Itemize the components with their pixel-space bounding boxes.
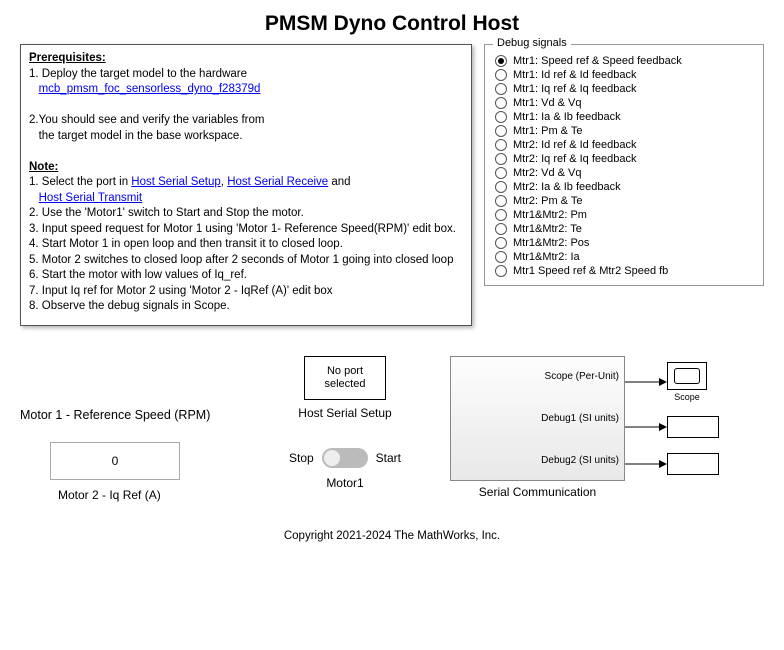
serial-communication-block[interactable]: Scope (Per-Unit) Debug1 (SI units) Debug…	[450, 356, 625, 481]
debug-signal-option[interactable]: Mtr1: Pm & Te	[495, 125, 753, 137]
switch-stop-label: Stop	[289, 451, 314, 465]
note-6: 6. Start the motor with low values of Iq…	[29, 269, 247, 281]
radio-icon	[495, 69, 507, 81]
motor1-ref-speed-label: Motor 1 - Reference Speed (RPM)	[20, 408, 240, 422]
debug-signal-option[interactable]: Mtr1&Mtr2: Pm	[495, 209, 753, 221]
debug-signal-option[interactable]: Mtr2: Vd & Vq	[495, 167, 753, 179]
debug-signal-label: Mtr1 Speed ref & Mtr2 Speed fb	[513, 265, 668, 277]
radio-icon	[495, 83, 507, 95]
prereq-line-2a: 2.You should see and verify the variable…	[29, 114, 264, 126]
scope-port-label: Scope (Per-Unit)	[545, 371, 619, 382]
debug-signal-option[interactable]: Mtr1&Mtr2: Te	[495, 223, 753, 235]
signal-arrow-icon	[625, 420, 667, 434]
radio-icon	[495, 181, 507, 193]
debug1-port-label: Debug1 (SI units)	[541, 413, 619, 424]
note-7: 7. Input Iq ref for Motor 2 using 'Motor…	[29, 285, 333, 297]
debug-signal-label: Mtr1: Vd & Vq	[513, 97, 581, 109]
prereq-line-2b: the target model in the base workspace.	[29, 130, 243, 142]
radio-icon	[495, 223, 507, 235]
debug2-port-label: Debug2 (SI units)	[541, 455, 619, 466]
scope-block-label: Scope	[667, 392, 707, 402]
debug-signal-label: Mtr1: Id ref & Id feedback	[513, 69, 637, 81]
scope-block[interactable]	[667, 362, 707, 390]
model-link[interactable]: mcb_pmsm_foc_sensorless_dyno_f28379d	[39, 83, 261, 95]
motor1-switch[interactable]	[322, 448, 368, 468]
motor2-iqref-label: Motor 2 - Iq Ref (A)	[58, 488, 240, 502]
radio-icon	[495, 167, 507, 179]
note-1a: 1. Select the port in	[29, 176, 131, 188]
debug-signal-label: Mtr1: Iq ref & Iq feedback	[513, 83, 637, 95]
debug-signal-option[interactable]: Mtr2: Ia & Ib feedback	[495, 181, 753, 193]
host-serial-transmit-link[interactable]: Host Serial Transmit	[39, 192, 143, 204]
debug-signal-option[interactable]: Mtr1: Ia & Ib feedback	[495, 111, 753, 123]
debug-signal-label: Mtr2: Ia & Ib feedback	[513, 181, 621, 193]
debug-signal-label: Mtr1: Ia & Ib feedback	[513, 111, 621, 123]
page-title: PMSM Dyno Control Host	[20, 12, 764, 36]
debug-signal-option[interactable]: Mtr2: Pm & Te	[495, 195, 753, 207]
note-3: 3. Input speed request for Motor 1 using…	[29, 223, 456, 235]
prereq-heading: Prerequisites:	[29, 52, 106, 64]
debug-signal-option[interactable]: Mtr2: Id ref & Id feedback	[495, 139, 753, 151]
radio-icon	[495, 111, 507, 123]
radio-icon	[495, 97, 507, 109]
debug-signal-label: Mtr2: Vd & Vq	[513, 167, 581, 179]
debug-signal-option[interactable]: Mtr2: Iq ref & Iq feedback	[495, 153, 753, 165]
debug-signal-label: Mtr1: Speed ref & Speed feedback	[513, 55, 682, 67]
serial-communication-label: Serial Communication	[450, 485, 625, 499]
note-4: 4. Start Motor 1 in open loop and then t…	[29, 238, 343, 250]
note-8: 8. Observe the debug signals in Scope.	[29, 300, 230, 312]
debug-signal-label: Mtr2: Id ref & Id feedback	[513, 139, 637, 151]
debug-signal-label: Mtr1&Mtr2: Te	[513, 223, 582, 235]
debug-signal-option[interactable]: Mtr1: Id ref & Id feedback	[495, 69, 753, 81]
debug-signal-option[interactable]: Mtr1: Speed ref & Speed feedback	[495, 55, 753, 67]
radio-icon	[495, 125, 507, 137]
host-serial-receive-link[interactable]: Host Serial Receive	[227, 176, 328, 188]
signal-arrow-icon	[625, 375, 667, 389]
host-serial-setup-label: Host Serial Setup	[250, 406, 440, 420]
radio-icon	[495, 251, 507, 263]
debug-signal-option[interactable]: Mtr1&Mtr2: Ia	[495, 251, 753, 263]
debug-signal-label: Mtr2: Iq ref & Iq feedback	[513, 153, 637, 165]
serial-port-block[interactable]: No port selected	[304, 356, 386, 400]
radio-icon	[495, 237, 507, 249]
signal-arrow-icon	[625, 457, 667, 471]
debug-signal-option[interactable]: Mtr1: Vd & Vq	[495, 97, 753, 109]
debug-signal-label: Mtr1&Mtr2: Pos	[513, 237, 589, 249]
note-2: 2. Use the 'Motor1' switch to Start and …	[29, 207, 304, 219]
debug-signal-option[interactable]: Mtr1 Speed ref & Mtr2 Speed fb	[495, 265, 753, 277]
note-1c: and	[328, 176, 350, 188]
note-5: 5. Motor 2 switches to closed loop after…	[29, 254, 453, 266]
debug-signal-label: Mtr2: Pm & Te	[513, 195, 582, 207]
debug-signal-label: Mtr1: Pm & Te	[513, 125, 582, 137]
prerequisites-panel: Prerequisites: 1. Deploy the target mode…	[20, 44, 472, 326]
motor1-switch-row: Stop Start	[250, 448, 440, 468]
radio-icon	[495, 209, 507, 221]
debug-signal-label: Mtr1&Mtr2: Ia	[513, 251, 580, 263]
host-serial-setup-link[interactable]: Host Serial Setup	[131, 176, 221, 188]
motor1-ref-speed-input[interactable]: 0	[50, 442, 180, 480]
debug-signal-label: Mtr1&Mtr2: Pm	[513, 209, 587, 221]
radio-icon	[495, 153, 507, 165]
note-heading: Note:	[29, 161, 58, 173]
copyright-text: Copyright 2021-2024 The MathWorks, Inc.	[20, 530, 764, 542]
switch-start-label: Start	[376, 451, 401, 465]
debug1-display-block[interactable]	[667, 416, 719, 438]
radio-icon	[495, 265, 507, 277]
debug-signal-option[interactable]: Mtr1&Mtr2: Pos	[495, 237, 753, 249]
motor1-label: Motor1	[250, 476, 440, 490]
prereq-line-1: 1. Deploy the target model to the hardwa…	[29, 68, 247, 80]
debug2-display-block[interactable]	[667, 453, 719, 475]
radio-icon	[495, 195, 507, 207]
radio-icon	[495, 139, 507, 151]
debug-signals-panel: Debug signals Mtr1: Speed ref & Speed fe…	[484, 44, 764, 286]
debug-signal-option[interactable]: Mtr1: Iq ref & Iq feedback	[495, 83, 753, 95]
radio-icon	[495, 55, 507, 67]
debug-legend: Debug signals	[493, 37, 571, 49]
